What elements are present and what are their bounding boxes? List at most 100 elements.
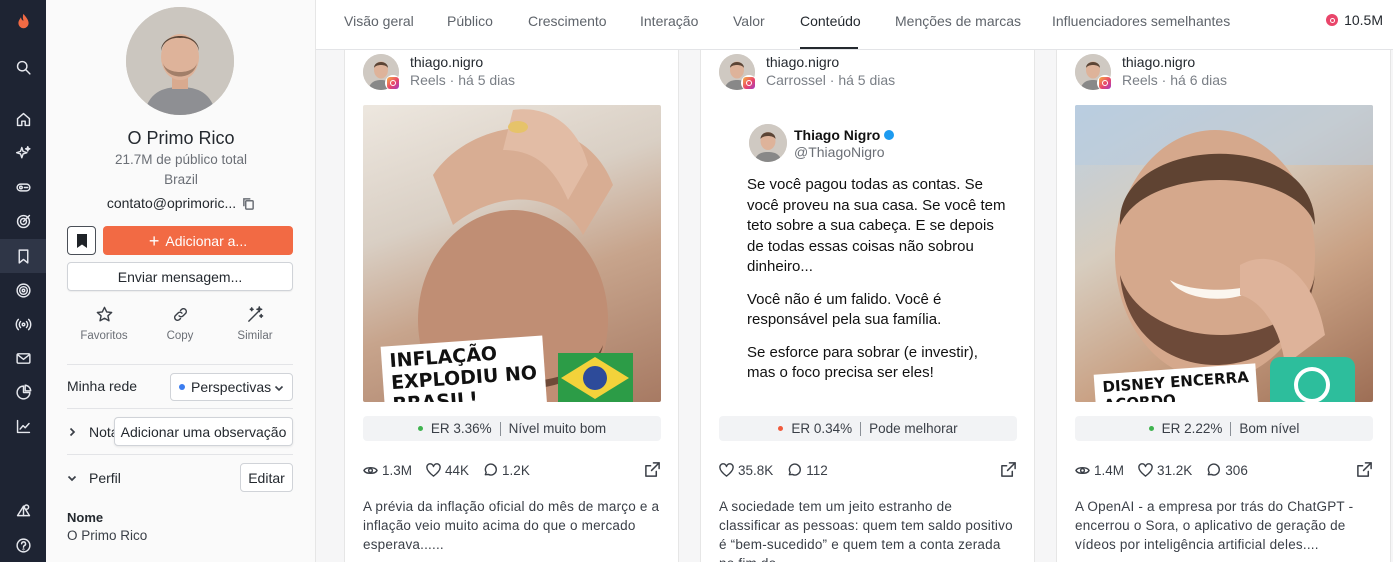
- comments-count: 306: [1225, 462, 1248, 478]
- post-username[interactable]: thiago.nigro: [766, 54, 839, 70]
- chevron-down-icon[interactable]: [67, 473, 77, 483]
- comment-icon: [1207, 462, 1221, 476]
- post-card[interactable]: thiago.nigro Carrossel · há 5 dias Thiag…: [700, 50, 1035, 562]
- views-stat: 1.4M: [1075, 463, 1124, 478]
- tab-similar-influencers[interactable]: Influenciadores semelhantes: [1052, 13, 1230, 29]
- tweet-avatar: [749, 124, 787, 162]
- tab-bar: Visão geral Público Crescimento Interaçã…: [316, 0, 1393, 50]
- views-count: 1.3M: [382, 462, 413, 478]
- profile-avatar: [126, 7, 234, 115]
- tab-growth[interactable]: Crescimento: [528, 13, 607, 29]
- help-icon[interactable]: [0, 528, 46, 562]
- trend-chart-icon[interactable]: [0, 409, 46, 443]
- tweet-author: Thiago Nigro: [794, 127, 895, 143]
- similar-action[interactable]: Similar: [220, 305, 290, 342]
- engagement-rate-badge: ER 3.36% Nível muito bom: [363, 416, 661, 441]
- external-link-icon[interactable]: [644, 461, 661, 478]
- name-field-value: O Primo Rico: [67, 528, 148, 543]
- post-card[interactable]: thiago.nigro Reels · há 5 dias INFLAÇÃO …: [344, 50, 679, 562]
- copy-action[interactable]: Copy: [145, 305, 215, 342]
- external-link-icon[interactable]: [1356, 461, 1373, 478]
- edit-profile-button[interactable]: Editar: [240, 463, 293, 492]
- comments-count: 112: [806, 462, 828, 478]
- external-link-icon[interactable]: [1000, 461, 1017, 478]
- sparkle-icon[interactable]: [0, 136, 46, 170]
- tab-audience[interactable]: Público: [447, 13, 493, 29]
- post-stats: 1.4M 31.2K 306: [1075, 460, 1373, 480]
- copy-email-icon[interactable]: [242, 197, 255, 210]
- bookmark-icon[interactable]: [0, 239, 46, 273]
- post-meta: Reels · há 6 dias: [1122, 72, 1228, 88]
- my-network-label: Minha rede: [67, 378, 138, 394]
- network-status-value: Perspectivas: [191, 379, 272, 395]
- bookmark-button[interactable]: [67, 226, 96, 255]
- name-field-label: Nome: [67, 510, 104, 525]
- likes-count: 44K: [445, 462, 470, 478]
- tab-content[interactable]: Conteúdo: [800, 13, 861, 29]
- section-divider: [67, 454, 293, 455]
- profile-panel: O Primo Rico 21.7M de público total Braz…: [46, 0, 316, 562]
- tweet-paragraph: Se você pagou todas as contas. Se você p…: [747, 176, 1006, 275]
- thumbnail-caption: INFLAÇÃO EXPLODIU NO BRASIL!: [380, 335, 548, 402]
- add-note-button[interactable]: Adicionar uma observação: [114, 417, 293, 446]
- post-caption: A sociedade tem um jeito estranho de cla…: [719, 499, 1013, 562]
- er-level: Pode melhorar: [869, 421, 958, 436]
- section-divider: [67, 408, 293, 409]
- instagram-badge-icon: [741, 75, 757, 91]
- home-icon[interactable]: [0, 102, 46, 136]
- views-stat: 1.3M: [363, 463, 412, 478]
- post-stats: 35.8K 112: [719, 460, 1017, 480]
- app-logo-icon[interactable]: [0, 4, 46, 38]
- send-message-button[interactable]: Enviar mensagem...: [67, 262, 293, 291]
- follower-count: 10.5M: [1326, 12, 1383, 28]
- tab-brand-mentions[interactable]: Menções de marcas: [895, 13, 1021, 29]
- network-status-select[interactable]: Perspectivas: [170, 373, 293, 401]
- radar-icon[interactable]: [0, 273, 46, 307]
- pie-chart-icon[interactable]: [0, 375, 46, 409]
- likes-stat: 31.2K: [1138, 463, 1192, 478]
- active-tab-indicator: [800, 47, 858, 49]
- favorites-action[interactable]: Favoritos: [69, 305, 139, 342]
- comment-icon: [484, 462, 497, 476]
- instagram-badge-icon: [385, 75, 401, 91]
- follower-count-value: 10.5M: [1344, 12, 1383, 28]
- broadcast-icon[interactable]: [0, 307, 46, 341]
- er-value: ER 2.22%: [1161, 421, 1223, 436]
- add-to-list-label: Adicionar a...: [165, 232, 248, 249]
- post-card[interactable]: thiago.nigro Reels · há 6 dias DISNEY EN…: [1056, 50, 1391, 562]
- post-username[interactable]: thiago.nigro: [410, 54, 483, 70]
- tab-engagement[interactable]: Interação: [640, 13, 698, 29]
- mail-icon[interactable]: [0, 341, 46, 375]
- nav-rail: [0, 0, 46, 562]
- er-value: ER 0.34%: [791, 421, 853, 436]
- search-icon[interactable]: [0, 50, 46, 84]
- tab-overview[interactable]: Visão geral: [344, 13, 414, 29]
- likes-count: 31.2K: [1157, 462, 1193, 478]
- profile-audience: 21.7M de público total: [114, 152, 248, 167]
- target-icon[interactable]: [0, 204, 46, 238]
- post-thumbnail[interactable]: Thiago Nigro @ThiagoNigro Se você pagou …: [719, 105, 1017, 402]
- chevron-right-icon[interactable]: [67, 427, 77, 437]
- profile-country: Brazil: [164, 172, 198, 187]
- post-thumbnail[interactable]: INFLAÇÃO EXPLODIU NO BRASIL!: [363, 105, 661, 402]
- profile-section-label: Perfil: [89, 470, 121, 486]
- tab-value[interactable]: Valor: [733, 13, 765, 29]
- post-username[interactable]: thiago.nigro: [1122, 54, 1195, 70]
- megaphone-icon[interactable]: [0, 170, 46, 204]
- post-stats: 1.3M 44K 1.2K: [363, 460, 661, 480]
- tweet-text: Se você pagou todas as contas. Se você p…: [747, 175, 1007, 396]
- post-meta: Reels · há 5 dias: [410, 72, 516, 88]
- eye-icon: [1075, 466, 1090, 474]
- section-divider: [67, 364, 293, 365]
- engagement-rate-badge: ER 0.34% Pode melhorar: [719, 416, 1017, 441]
- likes-stat: 35.8K: [719, 463, 773, 478]
- heart-icon: [1138, 462, 1153, 477]
- eye-icon: [363, 466, 378, 474]
- post-caption: A prévia da inflação oficial do mês de m…: [363, 499, 660, 552]
- status-dot: [179, 384, 185, 390]
- favorites-label: Favoritos: [80, 330, 128, 342]
- add-to-list-button[interactable]: + Adicionar a...: [103, 226, 293, 255]
- post-thumbnail[interactable]: DISNEY ENCERRA ACORDO: [1075, 105, 1373, 402]
- integrations-icon[interactable]: [0, 493, 46, 527]
- heart-icon: [426, 462, 441, 477]
